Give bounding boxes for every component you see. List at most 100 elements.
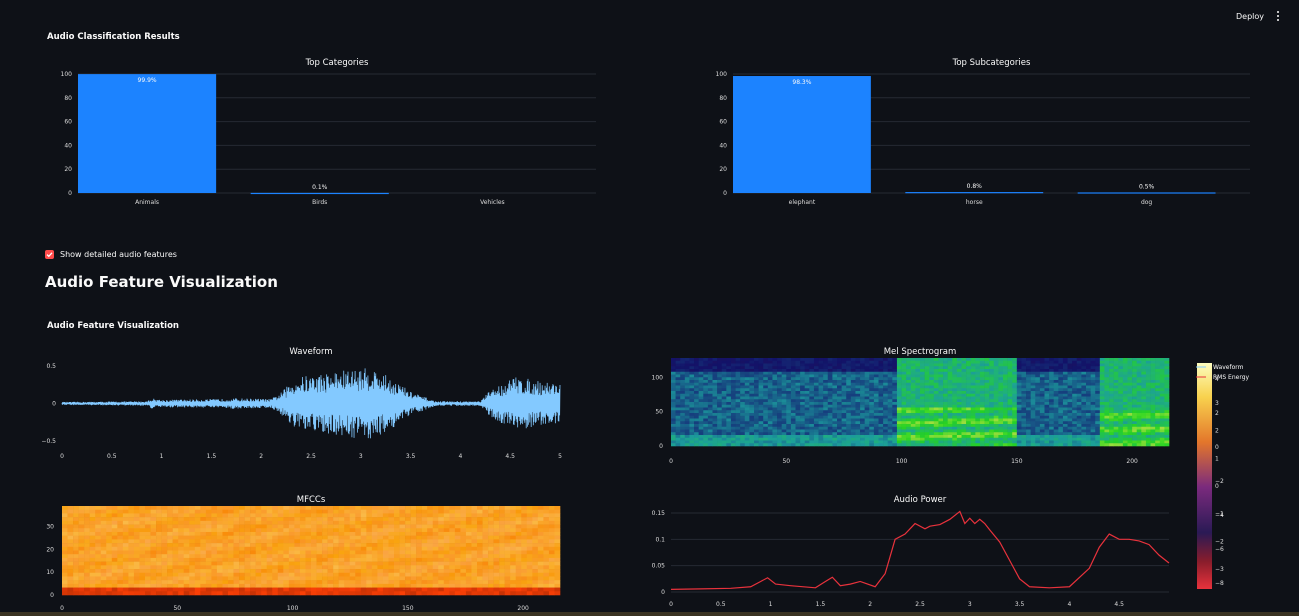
x-tick-label: 5 [558, 453, 562, 460]
colorbar-tick-label: −8 [1215, 580, 1224, 587]
bar-data-label: 98.3% [792, 79, 811, 86]
x-tick-label: 3.5 [1015, 601, 1025, 608]
y-tick-label: 40 [64, 142, 72, 149]
x-tick-label: horse [966, 199, 983, 206]
checkbox-label: Show detailed audio features [60, 249, 177, 259]
waveform-line [61, 368, 561, 439]
chart-title: Top Categories [305, 58, 369, 68]
x-tick-label: Birds [312, 199, 327, 206]
colorbar-tick-label: −2 [1215, 538, 1224, 545]
bar [78, 74, 217, 193]
x-tick-label: 0 [60, 605, 64, 612]
more-menu-icon[interactable] [1273, 11, 1283, 23]
y-tick-label: 100 [61, 71, 73, 78]
top-bar: Deploy [0, 0, 1299, 34]
viz-heading: Audio Feature Visualization [45, 273, 278, 291]
x-tick-label: 4 [1067, 601, 1071, 608]
x-tick-label: 0.5 [107, 453, 117, 460]
colorbar-tick-label: −6 [1215, 546, 1224, 553]
x-tick-label: 0.5 [716, 601, 726, 608]
x-tick-label: 4.5 [505, 453, 515, 460]
x-tick-label: Animals [135, 199, 159, 206]
colorbar-tick-label: −4 [1215, 512, 1224, 519]
x-tick-label: 200 [517, 605, 529, 612]
y-tick-label: 0 [52, 401, 56, 408]
colorbar-tick-label: −3 [1215, 566, 1224, 573]
x-tick-label: 0 [669, 601, 673, 608]
x-tick-label: 1 [769, 601, 773, 608]
x-tick-label: 150 [402, 605, 414, 612]
chart-title: Waveform [289, 347, 332, 357]
x-tick-label: 0 [669, 458, 673, 465]
x-tick-label: 0 [60, 453, 64, 460]
y-tick-label: 10 [46, 569, 54, 576]
top-categories-chart: Top Categories10080604020099.9%Animals0.… [41, 58, 1250, 612]
y-tick-label: 100 [716, 71, 728, 78]
x-tick-label: 3.5 [406, 453, 416, 460]
y-tick-label: 80 [64, 95, 72, 102]
checkbox-checked-icon[interactable] [45, 249, 54, 259]
x-tick-label: 4.5 [1114, 601, 1124, 608]
deploy-button[interactable]: Deploy [1236, 12, 1264, 21]
y-tick-label: 100 [652, 374, 664, 381]
x-tick-label: 100 [896, 458, 908, 465]
x-tick-label: 150 [1011, 458, 1023, 465]
y-tick-label: 40 [719, 142, 727, 149]
colorbar-tick-label: 2 [1215, 428, 1219, 435]
bar [905, 192, 1044, 194]
y-tick-label: 0 [659, 443, 663, 450]
colorbar-tick-label: −1 [1215, 511, 1224, 518]
y-tick-label: 60 [719, 119, 727, 126]
bar-data-label: 0.1% [312, 184, 328, 191]
colorbar-tick-label: 0 [1215, 483, 1219, 490]
y-tick-label: 0 [50, 592, 54, 599]
colorbar [1197, 363, 1212, 589]
y-tick-label: 20 [64, 166, 72, 173]
y-tick-label: 0 [68, 190, 72, 197]
y-tick-label: 50 [655, 409, 663, 416]
y-tick-label: 0 [661, 589, 665, 596]
x-tick-label: 2 [868, 601, 872, 608]
y-tick-label: 0 [723, 190, 727, 197]
y-tick-label: 20 [719, 166, 727, 173]
y-tick-label: −0.5 [41, 438, 56, 445]
viz-subtitle: Audio Feature Visualization [47, 321, 179, 331]
x-tick-label: 1.5 [207, 453, 217, 460]
x-tick-label: 200 [1126, 458, 1138, 465]
y-tick-label: 0.05 [652, 563, 666, 570]
x-tick-label: 2 [259, 453, 263, 460]
y-tick-label: 20 [46, 546, 54, 553]
colorbar-tick-label: 1 [1215, 455, 1219, 462]
bar-data-label: 0.5% [1139, 183, 1155, 190]
x-tick-label: dog [1141, 199, 1152, 206]
y-tick-label: 80 [719, 95, 727, 102]
rms-energy-line [670, 510, 1170, 590]
x-tick-label: 3 [968, 601, 972, 608]
show-details-checkbox[interactable]: Show detailed audio features [45, 248, 177, 260]
mel-spectrogram-heatmap [671, 358, 1170, 447]
bar-data-label: 99.9% [138, 77, 157, 84]
colorbar-tick-label: 4 [1215, 376, 1219, 383]
chart-title: Audio Power [894, 495, 947, 505]
chart-title: MFCCs [297, 495, 326, 505]
x-tick-label: Vehicles [480, 199, 505, 206]
chart-title: Mel Spectrogram [884, 347, 957, 357]
bar [1077, 192, 1216, 194]
y-tick-label: 0.5 [46, 363, 56, 370]
x-tick-label: 3 [359, 453, 363, 460]
mfcc-heatmap [62, 506, 561, 596]
bottom-edge [0, 612, 1299, 616]
bar [733, 76, 871, 193]
x-tick-label: 50 [782, 458, 790, 465]
x-tick-label: elephant [789, 199, 816, 206]
colorbar-tick-label: 0 [1215, 444, 1219, 451]
y-tick-label: 30 [46, 524, 54, 531]
colorbar-tick-label: 2 [1215, 410, 1219, 417]
legend-entry: RMS Energy [1213, 374, 1250, 381]
bar [250, 192, 389, 195]
x-tick-label: 2.5 [306, 453, 316, 460]
x-tick-label: 1 [160, 453, 164, 460]
y-tick-label: 60 [64, 119, 72, 126]
legend-entry: Waveform [1213, 364, 1244, 371]
y-tick-label: 0.1 [655, 536, 665, 543]
